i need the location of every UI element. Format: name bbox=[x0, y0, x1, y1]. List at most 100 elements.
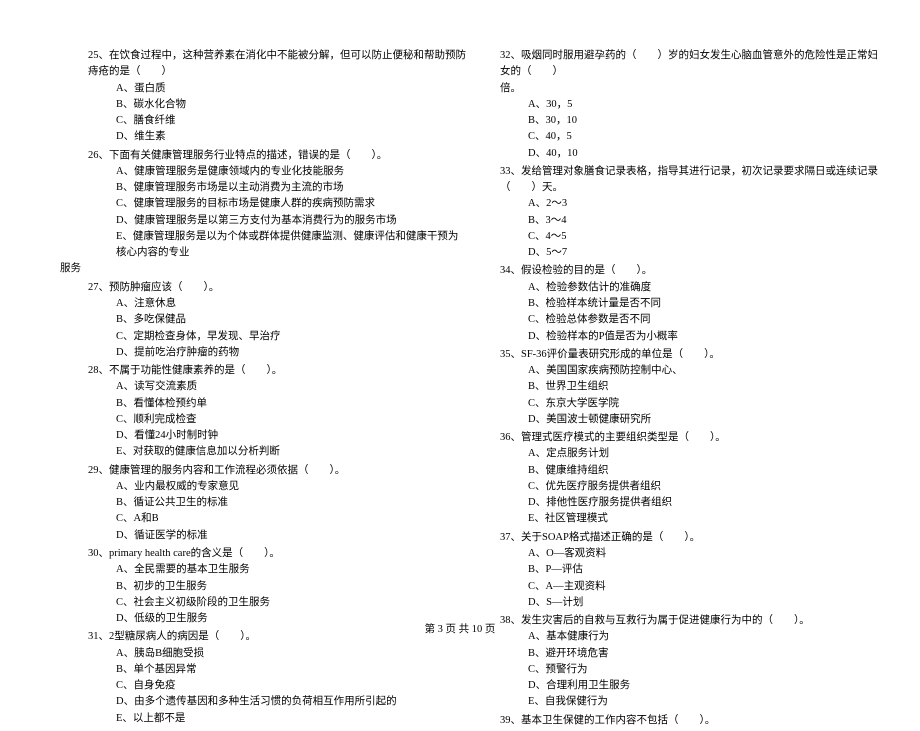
question: 39、基本卫生保健的工作内容不包括（ ）。 bbox=[500, 713, 880, 729]
option: B、避开环境危害 bbox=[528, 646, 880, 662]
options: A、2～3B、3～4C、4～5D、5～7 bbox=[500, 196, 880, 261]
option: E、自我保健行为 bbox=[528, 694, 880, 710]
option: C、顺利完成检查 bbox=[116, 412, 468, 428]
question: 35、SF-36评价量表研究形成的单位是（ ）。A、美国国家疾病预防控制中心、B… bbox=[500, 347, 880, 428]
option: A、30，5 bbox=[528, 97, 880, 113]
question-stem: 34、假设检验的目的是（ ）。 bbox=[500, 263, 880, 279]
option: B、健康维持组织 bbox=[528, 463, 880, 479]
option: D、合理利用卫生服务 bbox=[528, 678, 880, 694]
option: D、由多个遗传基因和多种生活习惯的负荷相互作用所引起的 bbox=[116, 694, 468, 710]
option: C、健康管理服务的目标市场是健康人群的疾病预防需求 bbox=[116, 196, 468, 212]
option: B、单个基因异常 bbox=[116, 662, 468, 678]
option: B、初步的卫生服务 bbox=[116, 579, 468, 595]
question-stem: 30、primary health care的含义是（ ）。 bbox=[88, 546, 468, 562]
option: A、注意休息 bbox=[116, 296, 468, 312]
question-stem: 25、在饮食过程中，这种营养素在消化中不能被分解，但可以防止便秘和帮助预防痔疮的… bbox=[88, 48, 468, 81]
question-stem: 28、不属于功能性健康素养的是（ ）。 bbox=[88, 363, 468, 379]
option: E、健康管理服务是以为个体或群体提供健康监测、健康评估和健康干预为核心内容的专业 bbox=[116, 229, 468, 262]
option: E、社区管理模式 bbox=[528, 511, 880, 527]
option: D、40，10 bbox=[528, 146, 880, 162]
option: B、碳水化合物 bbox=[116, 97, 468, 113]
options: A、读写交流素质B、看懂体检预约单C、顺利完成检查D、看懂24小时制时钟E、对获… bbox=[88, 379, 468, 460]
option: E、对获取的健康信息加以分析判断 bbox=[116, 444, 468, 460]
option: B、循证公共卫生的标准 bbox=[116, 495, 468, 511]
option: B、3～4 bbox=[528, 213, 880, 229]
question: 31、2型糖尿病人的病因是（ ）。A、胰岛B细胞受损B、单个基因异常C、自身免疫… bbox=[88, 629, 468, 727]
option: A、胰岛B细胞受损 bbox=[116, 646, 468, 662]
option: D、美国波士顿健康研究所 bbox=[528, 412, 880, 428]
options: A、30，5B、30，10C、40，5D、40，10 bbox=[500, 97, 880, 162]
option: B、健康管理服务市场是以主动消费为主流的市场 bbox=[116, 180, 468, 196]
option: C、定期检查身体，早发现、早治疗 bbox=[116, 329, 468, 345]
option: B、检验样本统计量是否不同 bbox=[528, 296, 880, 312]
option: D、排他性医疗服务提供者组织 bbox=[528, 495, 880, 511]
option: A、读写交流素质 bbox=[116, 379, 468, 395]
question: 29、健康管理的服务内容和工作流程必须依据（ ）。A、业内最权威的专家意见B、循… bbox=[88, 463, 468, 544]
option: C、预警行为 bbox=[528, 662, 880, 678]
question: 25、在饮食过程中，这种营养素在消化中不能被分解，但可以防止便秘和帮助预防痔疮的… bbox=[88, 48, 468, 146]
option: C、社会主义初级阶段的卫生服务 bbox=[116, 595, 468, 611]
option: B、P—评估 bbox=[528, 562, 880, 578]
option: A、O—客观资料 bbox=[528, 546, 880, 562]
options: A、业内最权威的专家意见B、循证公共卫生的标准C、A和BD、循证医学的标准 bbox=[88, 479, 468, 544]
option: B、看懂体检预约单 bbox=[116, 396, 468, 412]
option: C、优先医疗服务提供者组织 bbox=[528, 479, 880, 495]
options: A、O—客观资料B、P—评估C、A—主观资料D、S—计划 bbox=[500, 546, 880, 611]
option: A、检验参数估计的准确度 bbox=[528, 280, 880, 296]
question-stem: 29、健康管理的服务内容和工作流程必须依据（ ）。 bbox=[88, 463, 468, 479]
option: C、膳食纤维 bbox=[116, 113, 468, 129]
options: A、胰岛B细胞受损B、单个基因异常C、自身免疫D、由多个遗传基因和多种生活习惯的… bbox=[88, 646, 468, 727]
question: 37、关于SOAP格式描述正确的是（ ）。A、O—客观资料B、P—评估C、A—主… bbox=[500, 530, 880, 611]
question-stem: 39、基本卫生保健的工作内容不包括（ ）。 bbox=[500, 713, 880, 729]
option: A、2～3 bbox=[528, 196, 880, 212]
question-stem: 26、下面有关健康管理服务行业特点的描述，错误的是（ ）。 bbox=[88, 148, 468, 164]
question: 34、假设检验的目的是（ ）。A、检验参数估计的准确度B、检验样本统计量是否不同… bbox=[500, 263, 880, 344]
question: 32、吸烟同时服用避孕药的（ ）岁的妇女发生心脑血管意外的危险性是正常妇女的（ … bbox=[500, 48, 880, 162]
page-footer: 第 3 页 共 10 页 bbox=[0, 621, 920, 636]
option: B、多吃保健品 bbox=[116, 312, 468, 328]
question-stem: 32、吸烟同时服用避孕药的（ ）岁的妇女发生心脑血管意外的危险性是正常妇女的（ … bbox=[500, 48, 880, 81]
option: C、检验总体参数是否不同 bbox=[528, 312, 880, 328]
option: E、以上都不是 bbox=[116, 711, 468, 727]
option: C、A和B bbox=[116, 511, 468, 527]
option: A、蛋白质 bbox=[116, 81, 468, 97]
question: 30、primary health care的含义是（ ）。A、全民需要的基本卫… bbox=[88, 546, 468, 627]
option: C、4～5 bbox=[528, 229, 880, 245]
question-stem-trail: 服务 bbox=[60, 261, 468, 277]
options: A、基本健康行为B、避开环境危害C、预警行为D、合理利用卫生服务E、自我保健行为 bbox=[500, 629, 880, 710]
options: A、全民需要的基本卫生服务B、初步的卫生服务C、社会主义初级阶段的卫生服务D、低… bbox=[88, 562, 468, 627]
option: D、维生素 bbox=[116, 129, 468, 145]
option: D、循证医学的标准 bbox=[116, 528, 468, 544]
option: C、A—主观资料 bbox=[528, 579, 880, 595]
option: A、全民需要的基本卫生服务 bbox=[116, 562, 468, 578]
question-stem: 36、管理式医疗模式的主要组织类型是（ ）。 bbox=[500, 430, 880, 446]
option: D、提前吃治疗肿瘤的药物 bbox=[116, 345, 468, 361]
option: A、美国国家疾病预防控制中心、 bbox=[528, 363, 880, 379]
option: C、40，5 bbox=[528, 129, 880, 145]
page-number: 第 3 页 共 10 页 bbox=[425, 624, 496, 635]
option: D、健康管理服务是以第三方支付为基本消费行为的服务市场 bbox=[116, 213, 468, 229]
options: A、蛋白质B、碳水化合物C、膳食纤维D、维生素 bbox=[88, 81, 468, 146]
option: D、检验样本的P值是否为小概率 bbox=[528, 329, 880, 345]
option: B、世界卫生组织 bbox=[528, 379, 880, 395]
options: A、注意休息B、多吃保健品C、定期检查身体，早发现、早治疗D、提前吃治疗肿瘤的药… bbox=[88, 296, 468, 361]
option: A、定点服务计划 bbox=[528, 446, 880, 462]
options: A、定点服务计划B、健康维持组织C、优先医疗服务提供者组织D、排他性医疗服务提供… bbox=[500, 446, 880, 527]
option: B、30，10 bbox=[528, 113, 880, 129]
option: A、健康管理服务是健康领域内的专业化技能服务 bbox=[116, 164, 468, 180]
options: A、健康管理服务是健康领域内的专业化技能服务B、健康管理服务市场是以主动消费为主… bbox=[88, 164, 468, 262]
option: D、5～7 bbox=[528, 245, 880, 261]
option: A、业内最权威的专家意见 bbox=[116, 479, 468, 495]
question: 33、发给管理对象膳食记录表格，指导其进行记录，初次记录要求隔日或连续记录（ ）… bbox=[500, 164, 880, 262]
question-stem: 33、发给管理对象膳食记录表格，指导其进行记录，初次记录要求隔日或连续记录（ ）… bbox=[500, 164, 880, 197]
question-stem: 27、预防肿瘤应该（ ）。 bbox=[88, 280, 468, 296]
options: A、美国国家疾病预防控制中心、B、世界卫生组织C、东京大学医学院D、美国波士顿健… bbox=[500, 363, 880, 428]
option: C、自身免疫 bbox=[116, 678, 468, 694]
question: 27、预防肿瘤应该（ ）。A、注意休息B、多吃保健品C、定期检查身体，早发现、早… bbox=[88, 280, 468, 361]
question-stem: 35、SF-36评价量表研究形成的单位是（ ）。 bbox=[500, 347, 880, 363]
question-stem-continuation: 倍。 bbox=[500, 81, 880, 97]
question: 36、管理式医疗模式的主要组织类型是（ ）。A、定点服务计划B、健康维持组织C、… bbox=[500, 430, 880, 528]
question-stem: 37、关于SOAP格式描述正确的是（ ）。 bbox=[500, 530, 880, 546]
question: 26、下面有关健康管理服务行业特点的描述，错误的是（ ）。A、健康管理服务是健康… bbox=[88, 148, 468, 278]
option: D、S—计划 bbox=[528, 595, 880, 611]
